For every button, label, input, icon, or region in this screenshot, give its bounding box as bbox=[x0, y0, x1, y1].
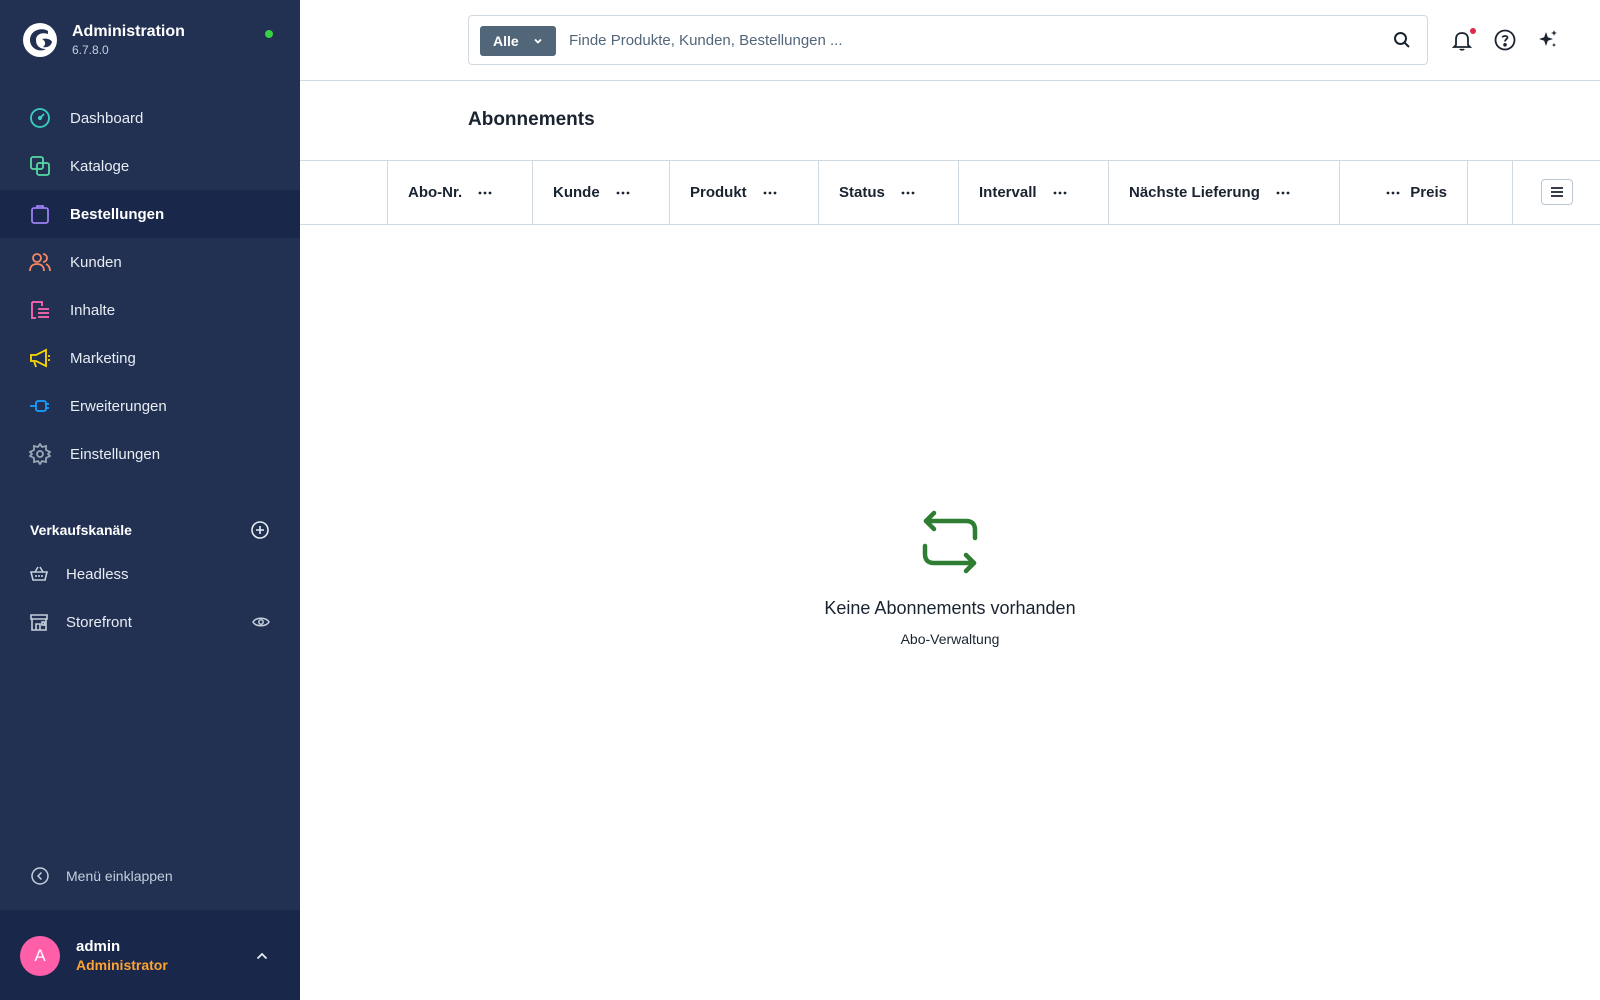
column-settings bbox=[1512, 161, 1600, 224]
chevron-up-icon[interactable] bbox=[254, 948, 270, 964]
users-icon bbox=[29, 251, 51, 273]
app-title: Administration bbox=[72, 23, 185, 40]
column-preis[interactable]: Preis bbox=[1339, 161, 1467, 224]
nav-item-kunden[interactable]: Kunden bbox=[0, 238, 300, 286]
topbar: Alle bbox=[300, 0, 1600, 81]
user-panel[interactable]: A admin Administrator bbox=[0, 910, 300, 1000]
shopping-bag-icon bbox=[29, 203, 51, 225]
hamburger-icon bbox=[1551, 187, 1563, 197]
search-type-select[interactable]: Alle bbox=[480, 26, 556, 56]
column-menu-icon[interactable] bbox=[1384, 184, 1402, 202]
column-label: Kunde bbox=[553, 184, 600, 201]
column-actions bbox=[1467, 161, 1512, 224]
nav-item-bestellungen[interactable]: Bestellungen bbox=[0, 190, 300, 238]
column-label: Abo-Nr. bbox=[408, 184, 463, 201]
repeat-icon bbox=[922, 510, 978, 574]
search-type-label: Alle bbox=[493, 33, 519, 49]
nav-label: Inhalte bbox=[70, 301, 116, 319]
gear-icon bbox=[29, 443, 51, 465]
content-icon bbox=[29, 299, 51, 321]
nav-item-dashboard[interactable]: Dashboard bbox=[0, 94, 300, 142]
search-input[interactable] bbox=[569, 16, 1349, 64]
column-label: Nächste Lieferung bbox=[1129, 184, 1260, 201]
sales-channels-header: Verkaufskanäle bbox=[30, 518, 270, 542]
chevron-left-circle-icon bbox=[31, 867, 49, 885]
column-status[interactable]: Status bbox=[818, 161, 958, 224]
data-grid-header: Abo-Nr. Kunde Produkt Status Intervall N… bbox=[300, 160, 1600, 225]
notification-badge bbox=[1470, 28, 1476, 34]
column-menu-icon[interactable] bbox=[476, 184, 494, 202]
column-menu-icon[interactable] bbox=[614, 184, 632, 202]
nav-label: Bestellungen bbox=[70, 205, 165, 223]
nav-label: Erweiterungen bbox=[70, 397, 167, 415]
collapse-menu-label: Menü einklappen bbox=[66, 868, 173, 884]
catalog-icon bbox=[29, 155, 51, 177]
column-label: Preis bbox=[1410, 184, 1447, 201]
sales-channel-label: Headless bbox=[66, 565, 129, 583]
empty-state-subtitle: Abo-Verwaltung bbox=[900, 631, 1000, 647]
storefront-icon bbox=[29, 612, 49, 632]
search-icon[interactable] bbox=[1392, 30, 1412, 50]
plug-icon bbox=[29, 395, 51, 417]
app-version: 6.7.8.0 bbox=[72, 43, 109, 57]
nav-item-einstellungen[interactable]: Einstellungen bbox=[0, 430, 300, 478]
sales-channel-list: Headless Storefront bbox=[0, 550, 300, 646]
global-search: Alle bbox=[468, 15, 1428, 65]
column-label: Status bbox=[839, 184, 885, 201]
status-indicator bbox=[265, 30, 273, 38]
megaphone-icon bbox=[29, 347, 51, 369]
nav-label: Kunden bbox=[70, 253, 122, 271]
column-kunde[interactable]: Kunde bbox=[532, 161, 669, 224]
column-abo-nr[interactable]: Abo-Nr. bbox=[387, 161, 532, 224]
main-nav: Dashboard Kataloge Bestellungen Kunden I… bbox=[0, 94, 300, 478]
sales-channel-label: Storefront bbox=[66, 613, 132, 631]
help-icon[interactable] bbox=[1493, 28, 1517, 52]
collapse-menu-button[interactable]: Menü einklappen bbox=[30, 866, 173, 886]
column-label: Produkt bbox=[690, 184, 747, 201]
sales-channel-headless[interactable]: Headless bbox=[0, 550, 300, 598]
ai-sparkle-icon[interactable] bbox=[1536, 28, 1560, 52]
brand-text: Administration 6.7.8.0 bbox=[72, 22, 185, 58]
column-produkt[interactable]: Produkt bbox=[669, 161, 818, 224]
user-role: Administrator bbox=[76, 957, 168, 973]
nav-label: Dashboard bbox=[70, 109, 144, 127]
eye-icon[interactable] bbox=[252, 613, 270, 631]
nav-item-marketing[interactable]: Marketing bbox=[0, 334, 300, 382]
nav-item-inhalte[interactable]: Inhalte bbox=[0, 286, 300, 334]
sidebar: Administration 6.7.8.0 Dashboard Katalog… bbox=[0, 0, 300, 1000]
grid-settings-button[interactable] bbox=[1541, 179, 1573, 205]
nav-label: Kataloge bbox=[70, 157, 130, 175]
nav-label: Marketing bbox=[70, 349, 136, 367]
column-intervall[interactable]: Intervall bbox=[958, 161, 1108, 224]
column-menu-icon[interactable] bbox=[1274, 184, 1292, 202]
add-sales-channel-icon[interactable] bbox=[250, 520, 270, 540]
chevron-down-icon bbox=[534, 38, 542, 44]
empty-state-title: Keine Abonnements vorhanden bbox=[824, 598, 1076, 618]
nav-item-erweiterungen[interactable]: Erweiterungen bbox=[0, 382, 300, 430]
avatar: A bbox=[20, 936, 60, 976]
sales-channel-storefront[interactable]: Storefront bbox=[0, 598, 300, 646]
user-name: admin bbox=[76, 938, 121, 955]
column-menu-icon[interactable] bbox=[1051, 184, 1069, 202]
shopware-logo-icon bbox=[23, 23, 57, 57]
dashboard-icon bbox=[29, 107, 51, 129]
page-title: Abonnements bbox=[468, 109, 595, 130]
nav-item-kataloge[interactable]: Kataloge bbox=[0, 142, 300, 190]
column-label: Intervall bbox=[979, 184, 1037, 201]
column-naechste-lieferung[interactable]: Nächste Lieferung bbox=[1108, 161, 1339, 224]
nav-label: Einstellungen bbox=[70, 445, 161, 463]
sales-channels-title: Verkaufskanäle bbox=[30, 522, 132, 538]
basket-icon bbox=[29, 564, 49, 584]
column-menu-icon[interactable] bbox=[899, 184, 917, 202]
brand[interactable]: Administration 6.7.8.0 bbox=[22, 22, 185, 58]
column-menu-icon[interactable] bbox=[761, 184, 779, 202]
